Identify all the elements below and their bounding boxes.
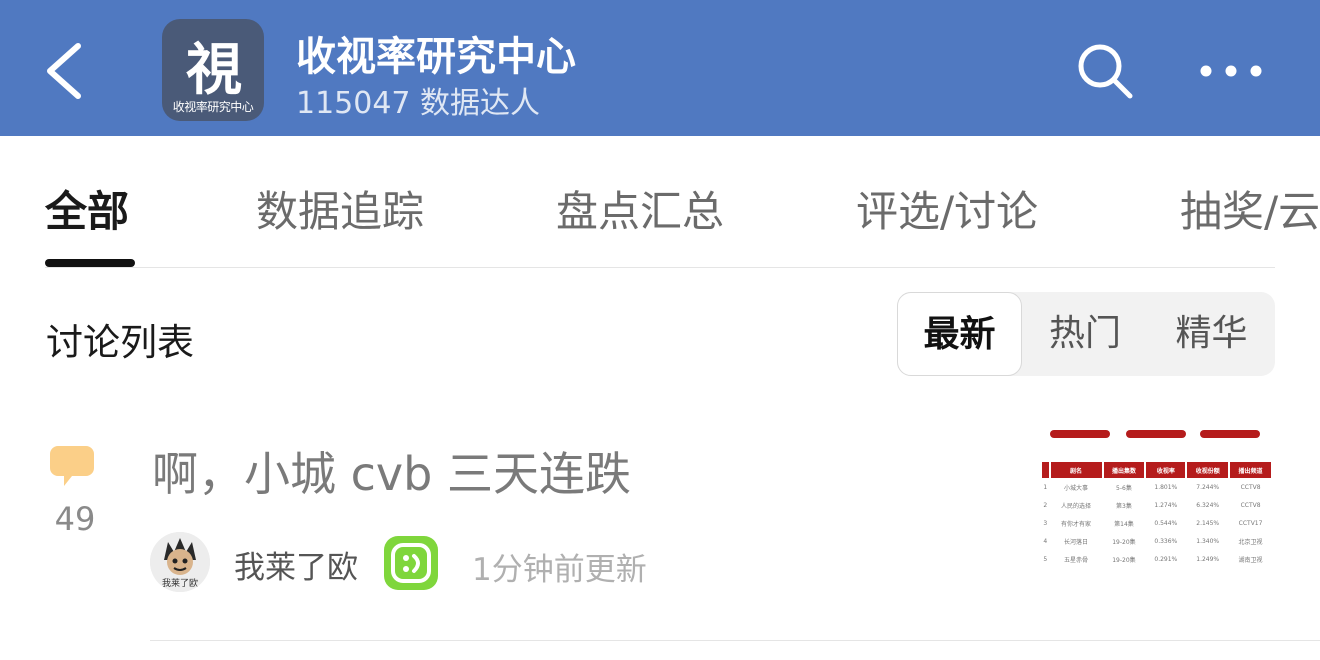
table-row: 2 人民的选择 第3集 1.274% 6.324% CCTV8 — [1042, 496, 1271, 514]
search-icon[interactable] — [1074, 40, 1136, 102]
tab-all[interactable]: 全部 — [45, 178, 129, 239]
app-badge-icon — [384, 536, 438, 590]
thumb-cell: 1.340% — [1196, 537, 1220, 545]
thumb-cell: 北京卫视 — [1238, 538, 1263, 546]
back-icon[interactable] — [36, 36, 96, 106]
thumb-cell: CCTV17 — [1238, 519, 1263, 527]
app-header: 視 收视率研究中心 收视率研究中心 115047 数据达人 — [0, 0, 1320, 136]
tab-summary[interactable]: 盘点汇总 — [556, 178, 724, 239]
thumb-cell: CCTV8 — [1240, 483, 1261, 491]
table-row: 1 小城大事 5-6集 1.801% 7.244% CCTV8 — [1042, 478, 1271, 496]
thumb-cell: 五星赤骨 — [1064, 556, 1089, 564]
thumb-cell: 1 — [1043, 483, 1048, 491]
table-row: 3 有你才有家 第14集 0.544% 2.145% CCTV17 — [1042, 514, 1271, 532]
logo-subtitle: 收视率研究中心 — [172, 100, 254, 114]
thumb-cell: 19-20集 — [1112, 556, 1136, 564]
thumb-cell: 4 — [1043, 537, 1048, 545]
active-tab-indicator — [45, 259, 135, 267]
comment-icon — [50, 446, 94, 486]
thumb-cell: 长河落日 — [1064, 538, 1089, 546]
forum-title: 收视率研究中心 — [296, 34, 576, 80]
post-title[interactable]: 啊，小城 cvb 三天连跌 — [152, 438, 631, 504]
thumb-header: 播出集数 — [1103, 462, 1145, 478]
thumb-cell: 湖南卫视 — [1238, 556, 1263, 564]
thumb-cell: 0.336% — [1154, 537, 1178, 545]
updated-time: 1分钟前更新 — [472, 552, 647, 588]
thumb-cell: 6.324% — [1196, 501, 1220, 509]
thumb-cell: 1.249% — [1196, 555, 1220, 563]
post-divider — [150, 640, 1320, 641]
thumb-cell: CCTV8 — [1240, 501, 1261, 509]
thumb-header: 剧名 — [1050, 462, 1102, 478]
thumb-cell: 5 — [1043, 555, 1048, 563]
thumb-cell: 0.291% — [1154, 555, 1178, 563]
thumb-cell: 有你才有家 — [1061, 520, 1092, 528]
list-item[interactable]: 49 啊，小城 cvb 三天连跌 我莱了欧 我莱了欧 1分钟前更新 剧名 播出集… — [0, 400, 1320, 640]
tab-data-tracking[interactable]: 数据追踪 — [256, 178, 424, 239]
discussion-list-title: 讨论列表 — [46, 321, 194, 364]
thumb-header: 播出频道 — [1230, 462, 1271, 478]
sort-hot-button[interactable]: 热门 — [1022, 292, 1148, 376]
thumb-cell: 5-6集 — [1116, 484, 1132, 492]
category-tabs: 全部 数据追踪 盘点汇总 评选/讨论 抽奖/云 — [0, 136, 1320, 268]
thumb-cell: 2 — [1043, 501, 1048, 509]
thumb-cell: 3 — [1043, 519, 1048, 527]
avatar-label: 我莱了欧 — [161, 579, 198, 589]
thumb-cell: 小城大事 — [1064, 484, 1089, 492]
thumb-cell: 第3集 — [1116, 502, 1132, 510]
thumb-cell: 19-20集 — [1112, 538, 1136, 546]
thumb-table: 剧名 播出集数 收视率 收视份额 播出频道 1 小城大事 5-6集 1.801%… — [1040, 462, 1273, 568]
thumb-cell: 2.145% — [1196, 519, 1220, 527]
table-row: 5 五星赤骨 19-20集 0.291% 1.249% 湖南卫视 — [1042, 550, 1271, 568]
thumb-cell: 1.274% — [1154, 501, 1178, 509]
sort-segmented-control: 最新 热门 精华 — [897, 292, 1275, 376]
forum-member-count: 115047 数据达人 — [296, 86, 541, 121]
thumb-cell: 人民的选择 — [1061, 502, 1092, 510]
thumb-cell: 0.544% — [1154, 519, 1178, 527]
tab-lottery[interactable]: 抽奖/云 — [1180, 178, 1320, 239]
logo-char: 視 — [186, 37, 242, 103]
forum-logo[interactable]: 視 收视率研究中心 — [162, 19, 264, 121]
tabs-divider — [45, 267, 1275, 268]
author-name[interactable]: 我莱了欧 — [234, 542, 358, 587]
post-thumbnail[interactable]: 剧名 播出集数 收视率 收视份额 播出频道 1 小城大事 5-6集 1.801%… — [1040, 430, 1275, 596]
sort-latest-button[interactable]: 最新 — [897, 292, 1022, 376]
thumb-header: 收视率 — [1146, 462, 1186, 478]
table-row: 4 长河落日 19-20集 0.336% 1.340% 北京卫视 — [1042, 532, 1271, 550]
thumb-cell: 7.244% — [1196, 483, 1220, 491]
sort-featured-button[interactable]: 精华 — [1148, 292, 1275, 376]
tab-vote-discussion[interactable]: 评选/讨论 — [856, 178, 1038, 239]
avatar[interactable]: 我莱了欧 — [150, 532, 210, 592]
thumb-top-bars — [1048, 430, 1273, 440]
thumb-cell: 第14集 — [1114, 520, 1134, 528]
comment-count: 49 — [54, 500, 96, 538]
thumb-header: 收视份额 — [1187, 462, 1229, 478]
thumb-cell: 1.801% — [1154, 483, 1178, 491]
more-icon[interactable] — [1196, 56, 1266, 86]
